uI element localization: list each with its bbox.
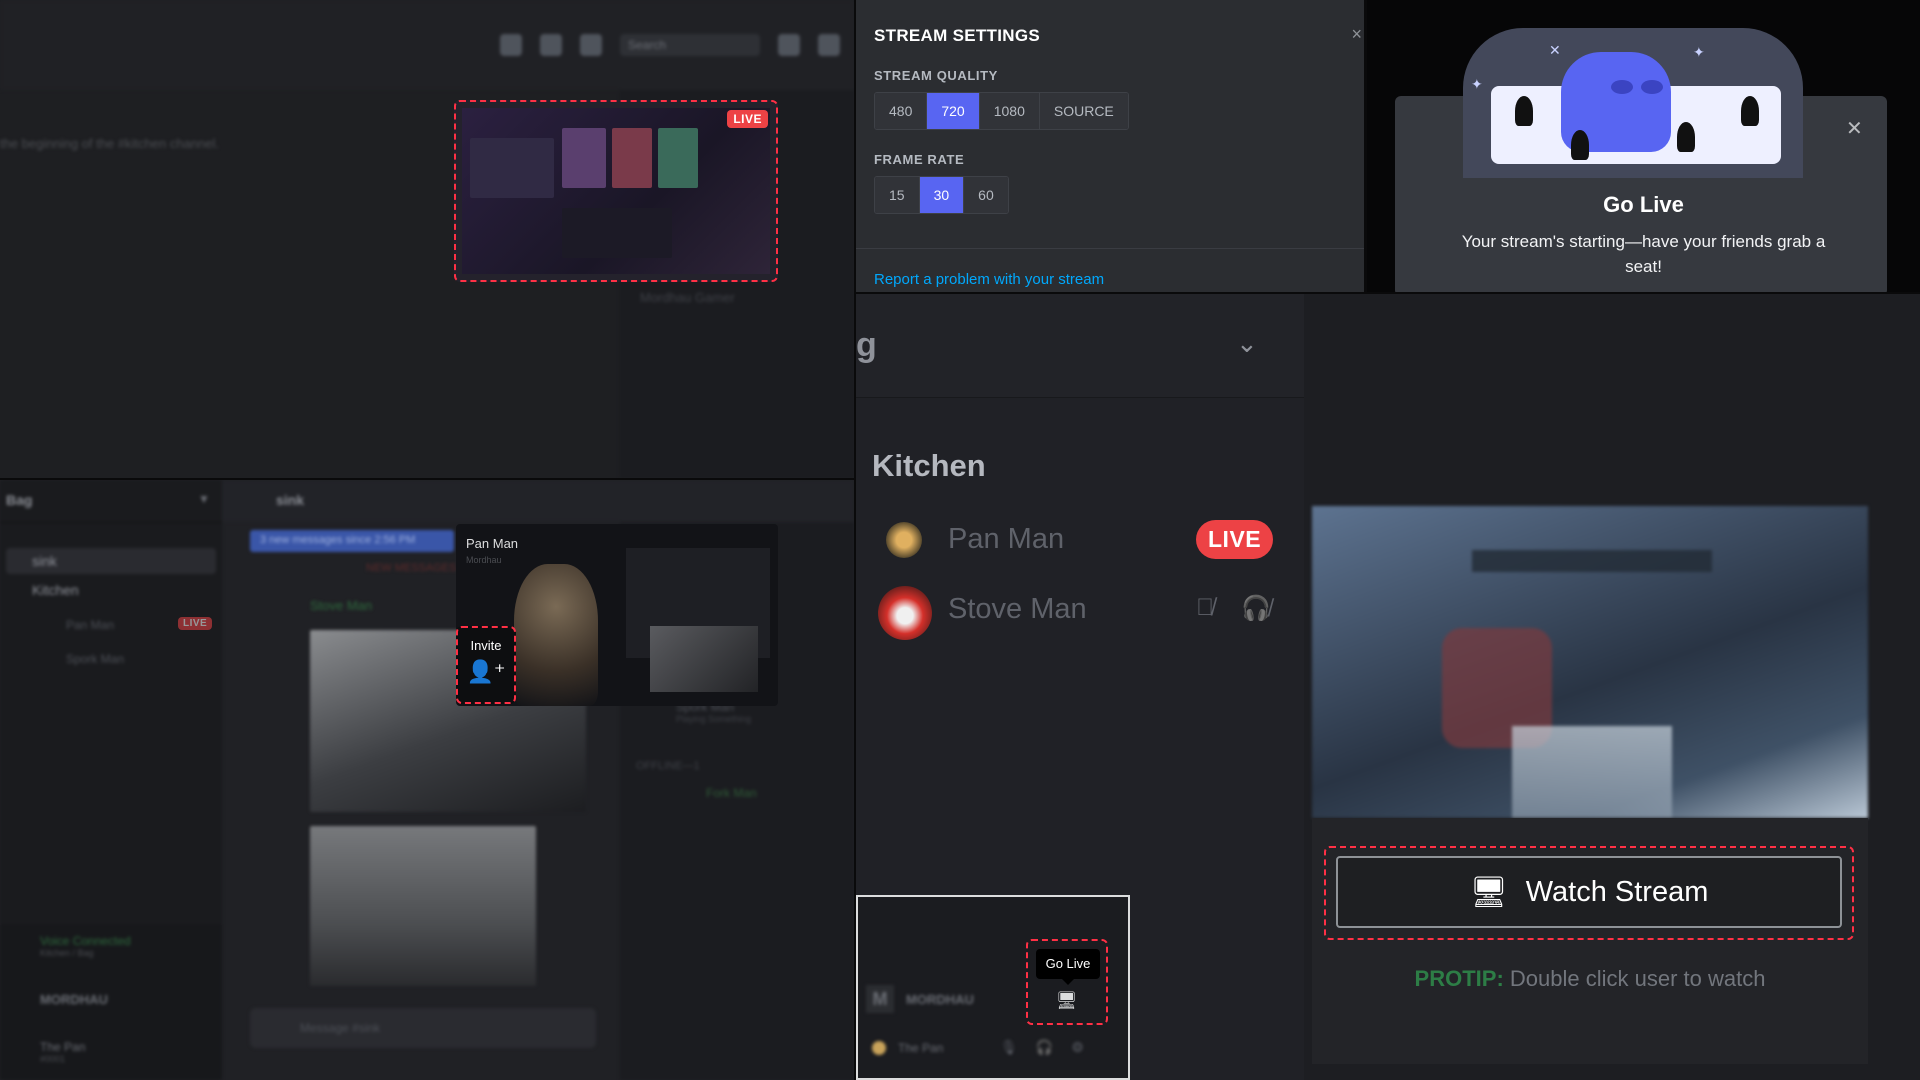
member-item[interactable]: Mordhau Gamer <box>640 290 735 305</box>
go-live-title: Go Live <box>1603 192 1684 217</box>
stream-preview[interactable]: LIVE <box>454 100 778 282</box>
close-icon[interactable]: × <box>1351 24 1362 45</box>
watch-stream-highlight: 🖥 Watch Stream <box>1324 846 1854 940</box>
muted-mic-icon: 🎙̸ <box>1196 594 1214 621</box>
stream-character <box>514 564 598 706</box>
pin-icon[interactable] <box>540 34 562 56</box>
sparkle-icon: ✕ <box>1549 42 1561 58</box>
voice-channel-kitchen[interactable]: Kitchen <box>872 448 986 484</box>
go-live-tooltip: Go Live <box>1036 949 1100 985</box>
framerate-option-15[interactable]: 15 <box>875 177 920 213</box>
streamer-name: Pan Man Mordhau <box>466 536 519 565</box>
stream-thumbnail <box>650 626 758 692</box>
stream-settings-title: STREAM SETTINGS <box>874 26 1041 45</box>
channel-welcome-text: the beginning of the #kitchen channel. <box>0 136 220 151</box>
new-messages-bar[interactable]: 3 new messages since 2:56 PM <box>250 530 454 552</box>
friend-figure <box>1571 130 1589 160</box>
member-section-header: OFFLINE—1 <box>636 760 700 772</box>
channel-label: sink <box>32 553 57 569</box>
quality-option-480[interactable]: 480 <box>875 93 928 129</box>
watch-stream-button[interactable]: 🖥 Watch Stream <box>1336 856 1842 928</box>
quality-option-720[interactable]: 720 <box>927 93 980 129</box>
guild-name[interactable]: Bag <box>6 492 32 508</box>
mic-icon[interactable]: 🎙 <box>1000 1039 1018 1056</box>
channel-item-sink[interactable]: sink <box>6 548 216 574</box>
framerate-option-60[interactable]: 60 <box>964 177 1008 213</box>
go-live-popup: ✕ ✦ ✦ Go Live Your stream's starting—hav… <box>1367 0 1920 292</box>
stream-quality-selector: 480 720 1080 SOURCE <box>874 92 1129 130</box>
help-icon[interactable] <box>818 34 840 56</box>
header-toolbar: Search <box>500 34 840 56</box>
stream-screenshot <box>462 108 770 274</box>
gear-icon[interactable]: ⚙ <box>1071 1039 1084 1056</box>
member-item[interactable]: Fork Man <box>706 786 757 800</box>
frame-rate-label: FRAME RATE <box>874 152 965 167</box>
discord-channel-panel: Search the beginning of the #kitchen cha… <box>0 0 854 478</box>
sparkle-icon: ✦ <box>1693 44 1705 60</box>
message-author[interactable]: Stove Man <box>310 598 372 613</box>
add-user-icon: 👤⁺ <box>466 659 506 684</box>
friend-figure <box>1741 96 1759 126</box>
voice-channel-kitchen[interactable]: Kitchen <box>10 582 79 598</box>
search-input[interactable]: Search <box>620 34 760 56</box>
headphones-icon[interactable]: 🎧 <box>1036 1039 1053 1056</box>
avatar <box>886 522 922 558</box>
friend-figure <box>1677 122 1695 152</box>
framerate-option-30[interactable]: 30 <box>919 177 965 213</box>
voice-user-stove-man[interactable]: Stove Man <box>948 593 1087 626</box>
new-messages-divider: NEW MESSAGES <box>366 562 457 574</box>
game-name: MORDHAU <box>906 991 974 1007</box>
channel-header <box>222 480 854 522</box>
go-live-bar: M MORDHAU The Pan 🎙 🎧 ⚙ Go Live 🖥 <box>856 895 1130 1080</box>
game-icon: M <box>866 985 894 1013</box>
frame-rate-selector: 15 30 60 <box>874 176 1009 214</box>
invite-button[interactable]: Invite 👤⁺ <box>456 626 516 704</box>
close-icon[interactable]: ✕ <box>1846 116 1863 141</box>
quality-option-source[interactable]: SOURCE <box>1039 93 1128 129</box>
stream-quality-label: STREAM QUALITY <box>874 68 998 83</box>
discord-main-panel: Bag ▼ sink Kitchen Pan Man Spork Man Voi… <box>0 480 854 1080</box>
quality-option-1080[interactable]: 1080 <box>979 93 1040 129</box>
chevron-down-icon[interactable]: ▼ <box>198 492 210 506</box>
go-live-icon[interactable]: 🖥 <box>1056 991 1078 1011</box>
live-badge: LIVE <box>727 110 768 128</box>
report-problem-link[interactable]: Report a problem with your stream <box>874 271 1104 288</box>
guild-name[interactable]: g <box>856 326 877 365</box>
sparkle-icon: ✦ <box>1471 76 1483 92</box>
game-activity: MORDHAU <box>40 992 108 1007</box>
user-panel: The Pan #0001 <box>40 1040 86 1064</box>
live-badge: LIVE <box>1196 520 1274 559</box>
members-icon[interactable] <box>580 34 602 56</box>
voice-user[interactable]: Pan Man <box>66 618 114 632</box>
stream-preview[interactable] <box>1312 506 1868 818</box>
message-input[interactable]: Message #sink <box>250 1008 596 1048</box>
protip-text: PROTIP: Double click user to watch <box>1414 966 1766 991</box>
message-image[interactable] <box>310 826 536 986</box>
channel-title: sink <box>276 492 305 508</box>
watch-stream-label: Watch Stream <box>1525 875 1709 908</box>
username: The Pan <box>898 1041 944 1055</box>
invite-label: Invite <box>470 638 502 653</box>
game-activity: M MORDHAU <box>866 985 974 1013</box>
bell-icon[interactable] <box>500 34 522 56</box>
avatar <box>878 586 932 640</box>
avatar <box>872 1041 886 1055</box>
screen-share-icon: 🖥 <box>1469 875 1508 909</box>
user-panel: The Pan <box>872 1041 943 1055</box>
go-live-highlight: Go Live 🖥 <box>1026 939 1108 1025</box>
voice-user-pan-man[interactable]: Pan Man <box>948 523 1064 556</box>
go-live-description: Your stream's starting—have your friends… <box>1461 232 1826 276</box>
friend-figure <box>1515 96 1533 126</box>
user-controls: 🎙 🎧 ⚙ <box>1000 1039 1084 1056</box>
voice-connected-text: Voice Connected Kitchen / Bag <box>40 934 131 958</box>
live-badge: LIVE <box>178 617 213 630</box>
chevron-down-icon[interactable]: ⌄ <box>1236 328 1258 359</box>
deafened-icon: 🎧̸ <box>1241 595 1271 622</box>
channel-label: Kitchen <box>32 582 79 598</box>
stream-settings-panel: STREAM SETTINGS STREAM QUALITY 480 720 1… <box>856 0 1364 292</box>
divider <box>0 522 222 523</box>
inbox-icon[interactable] <box>778 34 800 56</box>
voice-user[interactable]: Spork Man <box>66 652 124 666</box>
divider <box>856 248 1364 249</box>
